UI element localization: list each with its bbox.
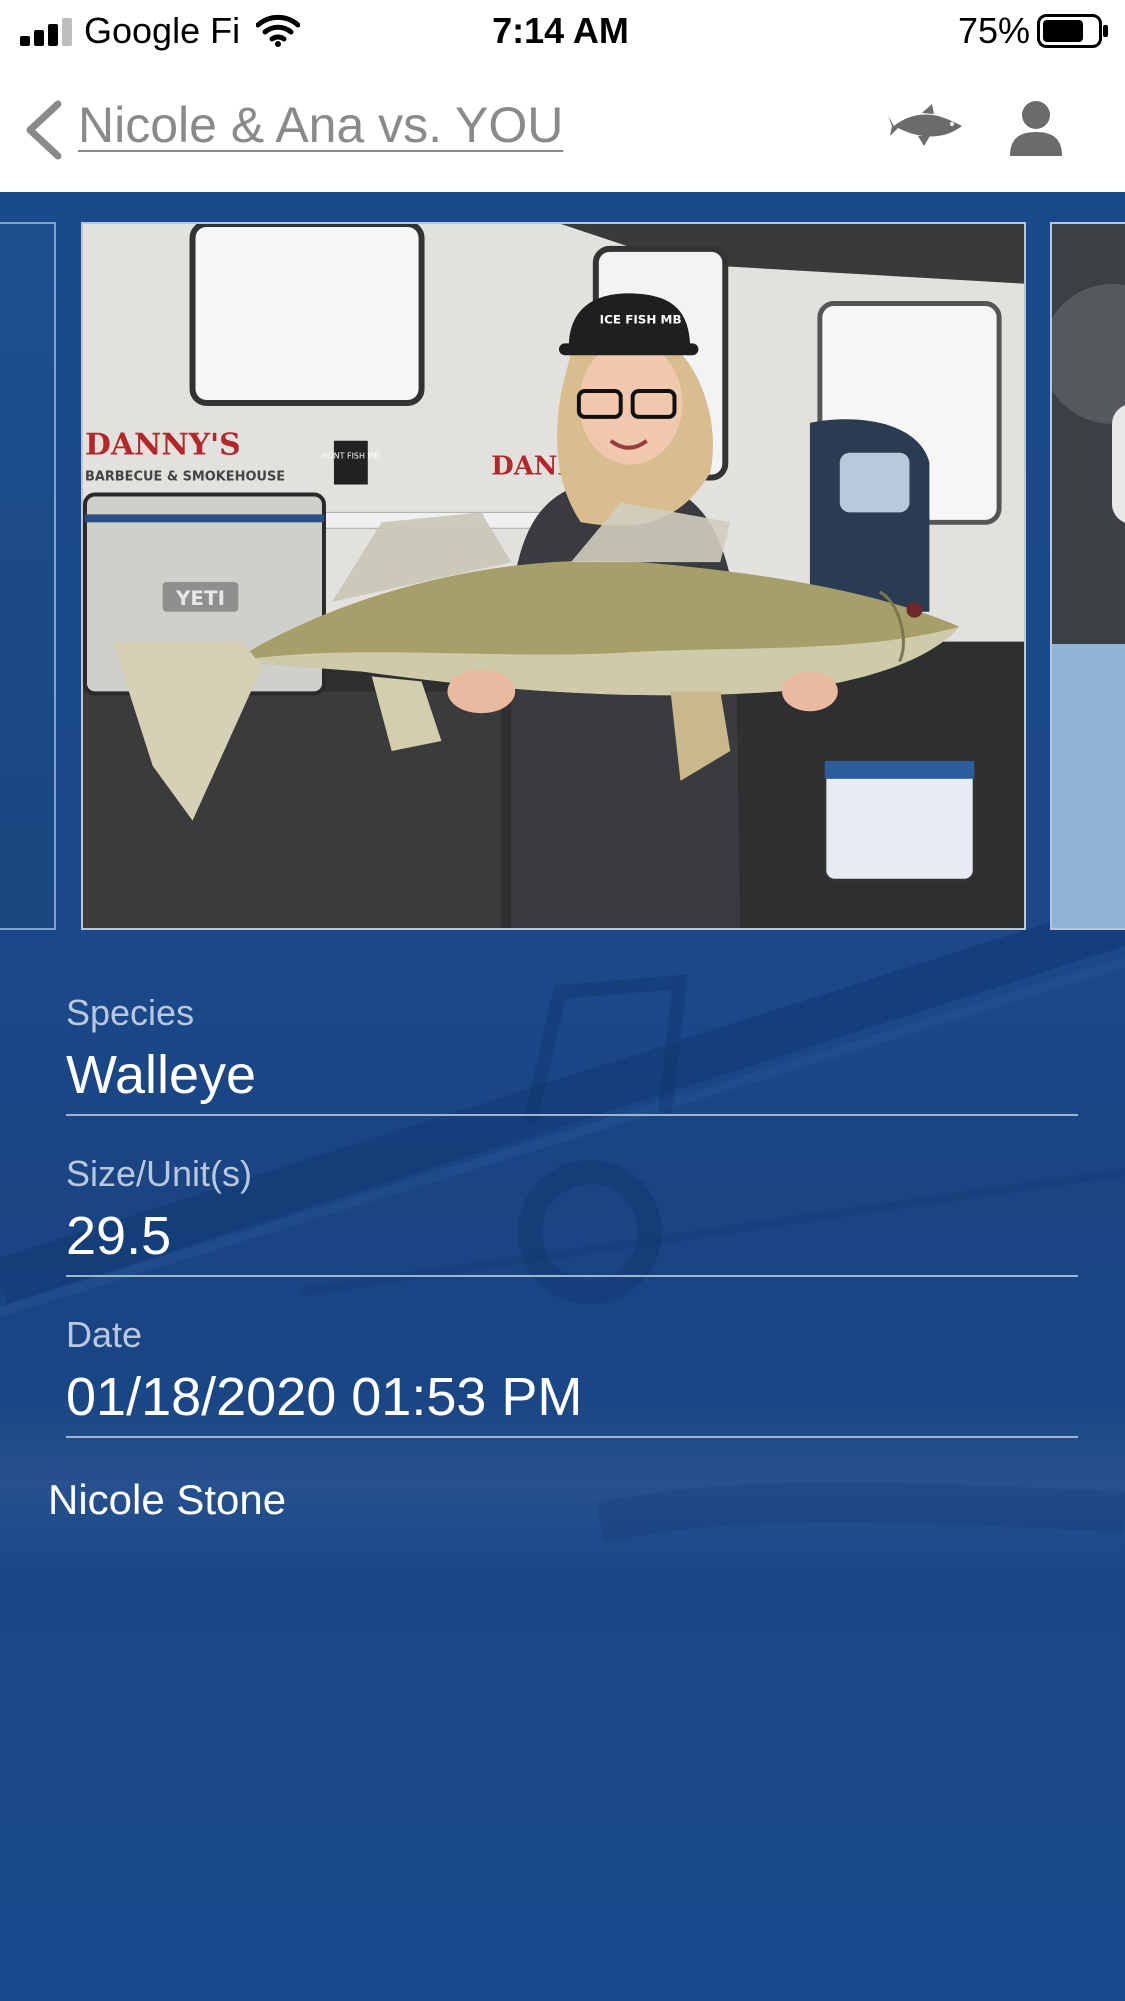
date-field: Date 01/18/2020 01:53 PM [66,1314,1078,1438]
species-value: Walleye [66,1045,257,1105]
status-bar: Google Fi 7:14 AM 75% [0,0,1125,62]
back-chevron-icon[interactable] [20,100,70,160]
svg-text:YETI: YETI [175,587,225,610]
svg-text:BARBECUE & SMOKEHOUSE: BARBECUE & SMOKEHOUSE [85,470,285,485]
challenge-title-link[interactable]: Nicole & Ana vs. YOU [78,96,563,154]
battery-icon [1037,14,1108,48]
date-label: Date [66,1314,143,1355]
date-value: 01/18/2020 01:53 PM [66,1367,583,1427]
svg-text:ICE FISH MB: ICE FISH MB [600,312,682,326]
svg-text:DANNY'S: DANNY'S [85,428,241,463]
catch-detail: DANNY'S BARBECUE & SMOKEHOUSE DANNY'S HU… [0,192,1125,2001]
profile-icon[interactable] [1008,98,1064,158]
catch-photo[interactable]: DANNY'S BARBECUE & SMOKEHOUSE DANNY'S HU… [81,222,1026,930]
previous-photo-preview[interactable] [0,222,56,930]
fish-icon[interactable] [888,102,964,152]
angler-name: Nicole Stone [48,1476,287,1523]
size-field: Size/Unit(s) 29.5 [66,1153,1078,1277]
species-label: Species [66,992,195,1033]
battery-percent: 75% [958,10,1031,51]
size-label: Size/Unit(s) [66,1153,253,1194]
status-time: 7:14 AM [492,10,629,51]
next-photo-preview[interactable] [1050,222,1125,930]
svg-text:HUNT FISH MB: HUNT FISH MB [322,452,380,461]
size-value: 29.5 [66,1206,172,1266]
species-field: Species Walleye [66,992,1078,1116]
navigation-bar: Nicole & Ana vs. YOU [0,62,1125,192]
